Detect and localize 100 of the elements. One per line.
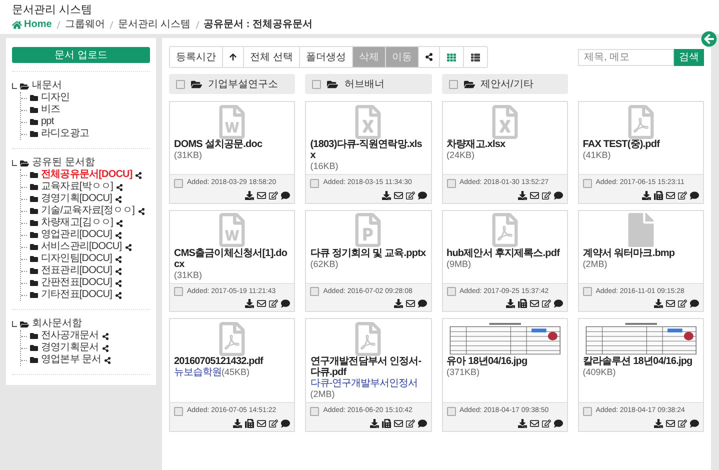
- tree-item[interactable]: 영업본부 문서: [41, 354, 101, 366]
- folder-card[interactable]: 제안서/기타: [442, 74, 568, 94]
- checkbox[interactable]: [310, 406, 320, 416]
- tree-item[interactable]: 디자인: [41, 92, 70, 104]
- edit-icon[interactable]: [542, 299, 551, 308]
- checkbox[interactable]: [312, 80, 322, 88]
- comment-icon[interactable]: [554, 418, 563, 428]
- edit-icon[interactable]: [406, 418, 414, 428]
- upload-button[interactable]: 문서 업로드: [12, 47, 150, 63]
- checkbox[interactable]: [446, 287, 456, 296]
- comment-icon[interactable]: [690, 418, 699, 428]
- tree-folder[interactable]: 내문서: [32, 80, 62, 92]
- edit-icon[interactable]: [269, 299, 278, 308]
- comment-icon[interactable]: [281, 190, 290, 200]
- folder-card[interactable]: 기업부설연구소: [169, 74, 296, 94]
- download-icon[interactable]: [654, 418, 663, 428]
- fax-icon[interactable]: [245, 418, 254, 428]
- download-icon[interactable]: [518, 190, 527, 200]
- tree-item[interactable]: 서비스관리[DOCU]: [41, 241, 122, 253]
- tree-folder[interactable]: 공유된 문서함: [32, 157, 95, 169]
- tree-item[interactable]: 기술/교육자료[정ㅇㅇ]: [41, 205, 135, 217]
- tree-item[interactable]: 간판전표[DOCU]: [41, 277, 112, 289]
- edit-icon[interactable]: [678, 299, 687, 308]
- download-icon[interactable]: [518, 418, 527, 428]
- comment-icon[interactable]: [690, 190, 699, 200]
- download-icon[interactable]: [233, 418, 242, 428]
- tree-item[interactable]: 기타전표[DOCU]: [41, 289, 112, 301]
- edit-icon[interactable]: [269, 418, 278, 428]
- breadcrumb-link[interactable]: 문서관리 시스템: [118, 18, 191, 32]
- comment-icon[interactable]: [418, 190, 426, 200]
- file-name[interactable]: 차량재고.xlsx: [446, 139, 563, 150]
- mail-icon[interactable]: [257, 299, 266, 308]
- download-icon[interactable]: [382, 190, 390, 200]
- comment-icon[interactable]: [554, 299, 563, 308]
- mail-icon[interactable]: [394, 418, 402, 428]
- folder-card[interactable]: 허브배너: [305, 74, 432, 94]
- checkbox[interactable]: [176, 80, 185, 88]
- comment-icon[interactable]: [418, 418, 426, 428]
- file-name[interactable]: 칼라솔루션 18년04/16.jpg: [582, 356, 699, 367]
- file-name[interactable]: 20160705121432.pdf: [174, 356, 290, 367]
- download-icon[interactable]: [642, 190, 651, 200]
- tree-item[interactable]: 영업관리[DOCU]: [41, 229, 112, 241]
- breadcrumb-link[interactable]: 공유문서 : 전체공유문서: [204, 18, 312, 32]
- comment-icon[interactable]: [281, 299, 290, 308]
- tree-item[interactable]: 디자인팀[DOCU]: [41, 253, 112, 265]
- edit-icon[interactable]: [542, 190, 551, 200]
- tree-item[interactable]: 전체공유문서[DOCU]: [41, 169, 132, 181]
- checkbox[interactable]: [448, 80, 458, 88]
- tree-item[interactable]: 비즈: [41, 104, 60, 116]
- checkbox[interactable]: [310, 287, 320, 296]
- home-link[interactable]: Home: [12, 18, 52, 32]
- tree-item[interactable]: 전사공개문서: [41, 330, 99, 342]
- mail-icon[interactable]: [530, 190, 539, 200]
- mail-icon[interactable]: [394, 190, 402, 200]
- toolbar-button[interactable]: 등록시간: [170, 47, 223, 67]
- owner-link[interactable]: 다큐-연구개발부서인정서: [310, 378, 418, 389]
- fax-icon[interactable]: [654, 190, 663, 200]
- file-name[interactable]: CMS출금이체신청서[1].docx: [174, 248, 290, 270]
- checkbox[interactable]: [582, 406, 592, 416]
- comment-icon[interactable]: [554, 190, 563, 200]
- file-name[interactable]: (1803)다큐-직원연락망.xlsx: [310, 139, 426, 161]
- breadcrumb-link[interactable]: 그룹웨어: [64, 18, 105, 32]
- edit-icon[interactable]: [406, 190, 414, 200]
- tree-item[interactable]: 차량재고[김ㅇㅇ]: [41, 217, 113, 229]
- mail-icon[interactable]: [257, 418, 266, 428]
- download-icon[interactable]: [394, 299, 402, 308]
- file-name[interactable]: 유아 18년04/16.jpg: [446, 356, 563, 367]
- file-name[interactable]: 다큐 정기회의 및 교육.pptx: [310, 248, 426, 258]
- tree-item[interactable]: 경영기획[DOCU]: [41, 193, 112, 205]
- fax-icon[interactable]: [518, 299, 527, 308]
- tree-folder[interactable]: 회사문서함: [32, 318, 82, 330]
- checkbox[interactable]: [582, 178, 592, 188]
- checkbox[interactable]: [446, 178, 456, 188]
- checkbox[interactable]: [174, 287, 183, 296]
- search-button[interactable]: 검색: [674, 48, 704, 66]
- owner-link[interactable]: 뉴보습학원: [174, 367, 222, 378]
- file-name[interactable]: DOMS 설치공문.doc: [174, 139, 290, 150]
- checkbox[interactable]: [174, 406, 183, 416]
- mail-icon[interactable]: [257, 190, 266, 200]
- checkbox[interactable]: [446, 406, 456, 416]
- tree-item[interactable]: 전표관리[DOCU]: [41, 265, 112, 277]
- checkbox[interactable]: [174, 178, 183, 188]
- file-name[interactable]: 계약서 워터마크.bmp: [582, 248, 699, 258]
- download-icon[interactable]: [654, 299, 663, 308]
- tree-item[interactable]: ppt: [41, 116, 54, 128]
- mail-icon[interactable]: [666, 190, 675, 200]
- mail-icon[interactable]: [666, 299, 675, 308]
- edit-icon[interactable]: [678, 418, 687, 428]
- checkbox[interactable]: [582, 287, 592, 296]
- mail-icon[interactable]: [406, 299, 414, 308]
- mail-icon[interactable]: [666, 418, 675, 428]
- search-field[interactable]: 제목, 메모: [578, 48, 674, 66]
- download-icon[interactable]: [245, 299, 254, 308]
- file-name[interactable]: hub제안서 후지제록스.pdf: [446, 248, 563, 258]
- file-name[interactable]: 연구개발전담부서 인정서-다큐.pdf: [310, 356, 426, 378]
- tree-item[interactable]: 라디오광고: [41, 128, 90, 140]
- file-name[interactable]: FAX TEST(중).pdf: [582, 139, 699, 150]
- download-icon[interactable]: [370, 418, 378, 428]
- comment-icon[interactable]: [281, 418, 290, 428]
- tree-item[interactable]: 경영기획문서: [41, 342, 99, 354]
